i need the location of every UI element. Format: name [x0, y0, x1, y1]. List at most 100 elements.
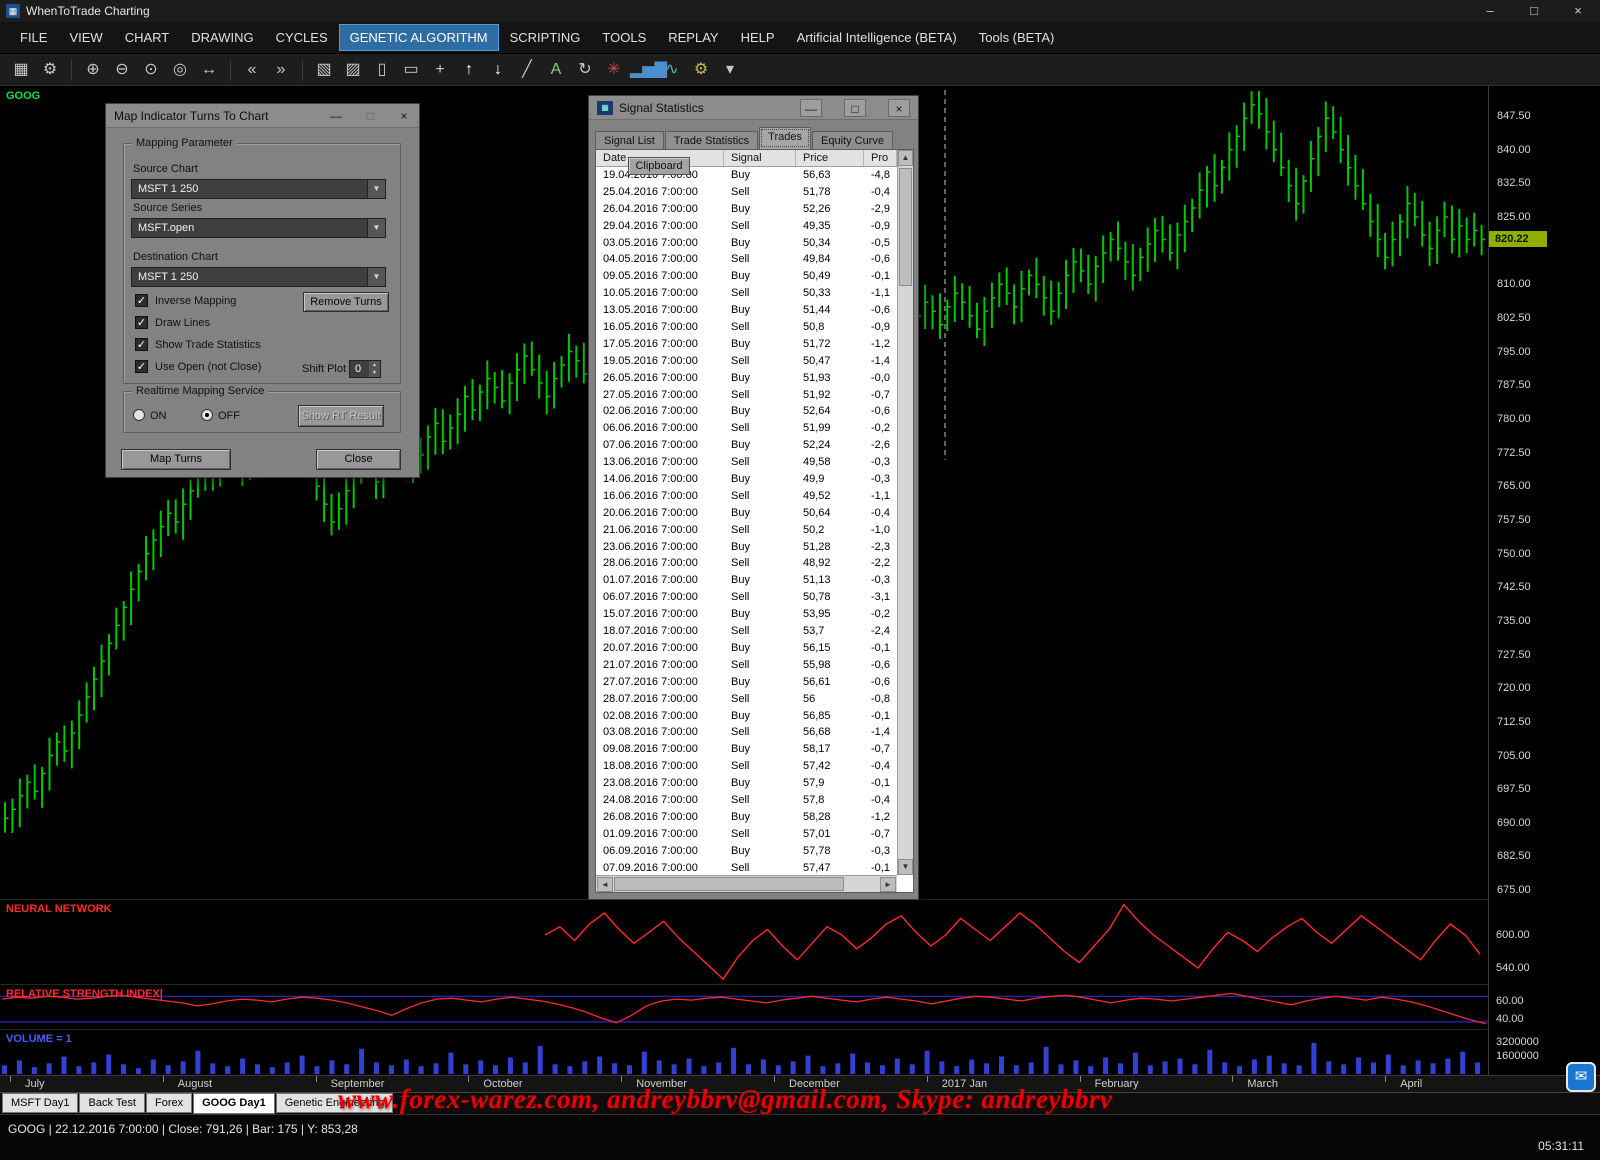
zoom-area-icon[interactable]: ⊙ — [138, 57, 164, 83]
table-row[interactable]: 20.06.2016 7:00:00Buy50,64-0,4 — [596, 505, 897, 522]
dialog-minimize-button[interactable]: — — [325, 107, 347, 125]
scroll-down-button[interactable]: ▼ — [898, 859, 913, 875]
chart-tab-back-test[interactable]: Back Test — [79, 1093, 145, 1113]
source-chart-select[interactable]: MSFT 1 250 ▼ — [131, 179, 386, 199]
table-row[interactable]: 15.07.2016 7:00:00Buy53,95-0,2 — [596, 606, 897, 623]
destination-chart-select[interactable]: MSFT 1 250 ▼ — [131, 267, 386, 287]
table-row[interactable]: 16.06.2016 7:00:00Sell49,52-1,1 — [596, 488, 897, 505]
remove-turns-button[interactable]: Remove Turns — [303, 292, 389, 312]
table-row[interactable]: 21.06.2016 7:00:00Sell50,2-1,0 — [596, 522, 897, 539]
table-row[interactable]: 16.05.2016 7:00:00Sell50,8-0,9 — [596, 319, 897, 336]
rt-off-radio[interactable] — [201, 409, 213, 421]
gear-chart-icon[interactable]: ⚙ — [688, 57, 714, 83]
table-row[interactable]: 29.04.2016 7:00:00Sell49,35-0,9 — [596, 218, 897, 235]
column-header-pro[interactable]: Pro — [864, 150, 897, 166]
menu-item-view[interactable]: VIEW — [59, 25, 112, 50]
source-series-select[interactable]: MSFT.open ▼ — [131, 218, 386, 238]
arrow-up-icon[interactable]: ↑ — [456, 57, 482, 83]
shift-plot-stepper[interactable]: 0 ▲▼ — [349, 360, 381, 378]
dialog-title-bar[interactable]: Map Indicator Turns To Chart — □ × — [106, 104, 419, 128]
fit-range-icon[interactable]: ↔ — [196, 57, 222, 83]
line-draw-icon[interactable]: ╱ — [514, 57, 540, 83]
map-turns-button[interactable]: Map Turns — [121, 449, 231, 470]
table-row[interactable]: 20.07.2016 7:00:00Buy56,15-0,1 — [596, 640, 897, 657]
chat-widget-icon[interactable]: ✉ — [1566, 1062, 1596, 1092]
close-button[interactable]: × — [1556, 0, 1600, 22]
table-row[interactable]: 21.07.2016 7:00:00Sell55,98-0,6 — [596, 657, 897, 674]
chart-tab-forex[interactable]: Forex — [146, 1093, 192, 1113]
table-row[interactable]: 24.08.2016 7:00:00Sell57,8-0,4 — [596, 792, 897, 809]
clipboard-button[interactable]: Clipboard — [628, 157, 690, 175]
text-format-icon[interactable]: A — [543, 57, 569, 83]
skip-forward-icon[interactable]: » — [268, 57, 294, 83]
dropdown-icon[interactable]: ▾ — [717, 57, 743, 83]
table-row[interactable]: 26.05.2016 7:00:00Buy51,93-0,0 — [596, 370, 897, 387]
table-row[interactable]: 23.06.2016 7:00:00Buy51,28-2,3 — [596, 539, 897, 556]
zoom-out-icon[interactable]: ⊖ — [109, 57, 135, 83]
table-row[interactable]: 06.07.2016 7:00:00Sell50,78-3,1 — [596, 589, 897, 606]
table-row[interactable]: 06.06.2016 7:00:00Sell51,99-0,2 — [596, 420, 897, 437]
table-row[interactable]: 06.09.2016 7:00:00Buy57,78-0,3 — [596, 843, 897, 860]
column-header-signal[interactable]: Signal — [724, 150, 796, 166]
table-row[interactable]: 27.07.2016 7:00:00Buy56,61-0,6 — [596, 674, 897, 691]
table-row[interactable]: 28.06.2016 7:00:00Sell48,92-2,2 — [596, 555, 897, 572]
table-row[interactable]: 27.05.2016 7:00:00Sell51,92-0,7 — [596, 387, 897, 404]
chevron-down-icon[interactable]: ▼ — [367, 268, 385, 286]
table-row[interactable]: 25.04.2016 7:00:00Sell51,78-0,4 — [596, 184, 897, 201]
table-row[interactable]: 13.06.2016 7:00:00Sell49,58-0,3 — [596, 454, 897, 471]
vertical-scrollbar[interactable]: ▲ ▼ — [897, 150, 913, 875]
scroll-up-button[interactable]: ▲ — [898, 150, 913, 166]
dialog-maximize-button[interactable]: □ — [844, 99, 866, 117]
bar-chart-icon[interactable]: ▂▅▇ — [630, 57, 656, 83]
zoom-in-icon[interactable]: ⊕ — [80, 57, 106, 83]
scroll-right-button[interactable]: ► — [880, 877, 896, 892]
table-row[interactable]: 07.09.2016 7:00:00Sell57,47-0,1 — [596, 860, 897, 877]
minimize-button[interactable]: – — [1468, 0, 1512, 22]
rt-on-radio[interactable] — [133, 409, 145, 421]
tab-equity-curve[interactable]: Equity Curve — [812, 131, 893, 149]
close-button[interactable]: Close — [316, 449, 401, 470]
tab-signal-list[interactable]: Signal List — [595, 131, 664, 149]
select-region-icon[interactable]: ▧ — [311, 57, 337, 83]
table-row[interactable]: 14.06.2016 7:00:00Buy49,9-0,3 — [596, 471, 897, 488]
menu-item-genetic-algorithm[interactable]: GENETIC ALGORITHM — [340, 25, 498, 50]
menu-item-cycles[interactable]: CYCLES — [266, 25, 338, 50]
search-icon[interactable]: ◎ — [167, 57, 193, 83]
table-row[interactable]: 23.08.2016 7:00:00Buy57,9-0,1 — [596, 775, 897, 792]
show-trade-statistics-checkbox[interactable]: ✓ — [135, 338, 148, 351]
table-row[interactable]: 03.08.2016 7:00:00Sell56,68-1,4 — [596, 724, 897, 741]
tab-trade-statistics[interactable]: Trade Statistics — [665, 131, 758, 149]
table-row[interactable]: 28.07.2016 7:00:00Sell56-0,8 — [596, 691, 897, 708]
arrow-down-icon[interactable]: ↓ — [485, 57, 511, 83]
add-icon[interactable]: + — [427, 57, 453, 83]
bug-icon[interactable]: ✳ — [601, 57, 627, 83]
menu-item-artificial-intelligence-beta-[interactable]: Artificial Intelligence (BETA) — [787, 25, 967, 50]
menu-item-scripting[interactable]: SCRIPTING — [500, 25, 591, 50]
table-row[interactable]: 13.05.2016 7:00:00Buy51,44-0,6 — [596, 302, 897, 319]
chart-settings-icon[interactable]: ▦ — [8, 57, 34, 83]
refresh-icon[interactable]: ↻ — [572, 57, 598, 83]
menu-item-tools-beta-[interactable]: Tools (BETA) — [969, 25, 1065, 50]
table-row[interactable]: 09.08.2016 7:00:00Buy58,17-0,7 — [596, 741, 897, 758]
skip-back-icon[interactable]: « — [239, 57, 265, 83]
dialog-close-button[interactable]: × — [393, 107, 415, 125]
chart-tab-msft-day1[interactable]: MSFT Day1 — [2, 1093, 78, 1113]
horizontal-scrollbar[interactable]: ◄ ► — [596, 875, 897, 892]
chevron-down-icon[interactable]: ▼ — [367, 219, 385, 237]
use-open-checkbox[interactable]: ✓ — [135, 360, 148, 373]
table-row[interactable]: 01.09.2016 7:00:00Sell57,01-0,7 — [596, 826, 897, 843]
dialog-title-bar[interactable]: ▦ Signal Statistics — □ × — [589, 96, 918, 120]
table-row[interactable]: 02.06.2016 7:00:00Buy52,64-0,6 — [596, 403, 897, 420]
menu-item-help[interactable]: HELP — [731, 25, 785, 50]
tab-trades[interactable]: Trades — [759, 127, 811, 149]
inverse-mapping-checkbox[interactable]: ✓ — [135, 294, 148, 307]
chevron-down-icon[interactable]: ▼ — [367, 180, 385, 198]
scrollbar-thumb[interactable] — [614, 877, 844, 891]
scrollbar-thumb[interactable] — [899, 168, 912, 286]
table-row[interactable]: 18.08.2016 7:00:00Sell57,42-0,4 — [596, 758, 897, 775]
scroll-left-button[interactable]: ◄ — [597, 877, 613, 892]
table-row[interactable]: 09.05.2016 7:00:00Buy50,49-0,1 — [596, 268, 897, 285]
tablet-icon[interactable]: ▯ — [369, 57, 395, 83]
menu-item-replay[interactable]: REPLAY — [658, 25, 728, 50]
table-row[interactable]: 19.05.2016 7:00:00Sell50,47-1,4 — [596, 353, 897, 370]
